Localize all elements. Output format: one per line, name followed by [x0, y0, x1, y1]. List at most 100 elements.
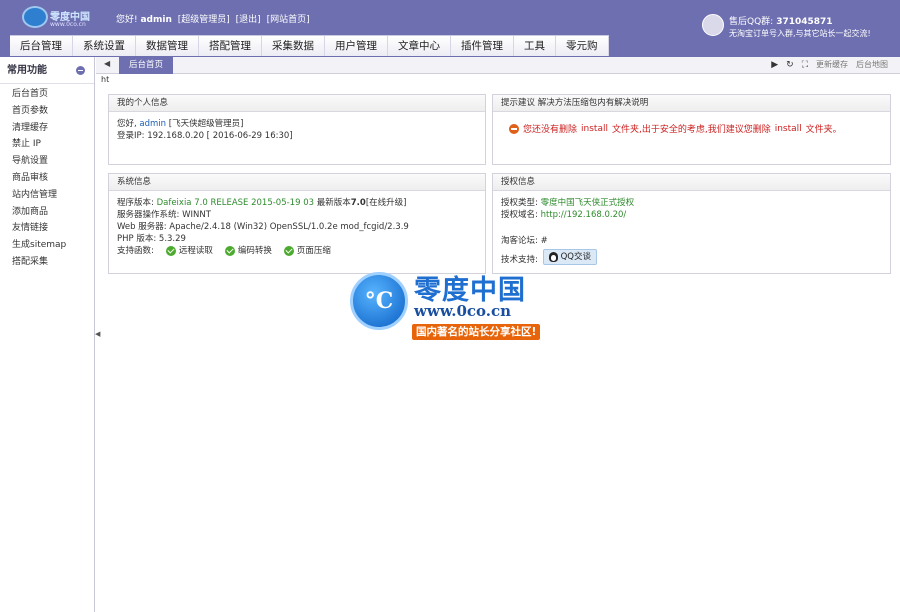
greeting-prefix: 您好!: [116, 15, 138, 25]
sidebar-item-collect[interactable]: 搭配采集: [0, 254, 94, 271]
nav-item-articles[interactable]: 文章中心: [388, 36, 451, 56]
sidebar-toggle-icon[interactable]: ◀: [95, 330, 100, 338]
watermark-logo-icon: °C: [350, 272, 408, 330]
tab-next-icon[interactable]: ▶: [771, 60, 778, 70]
nav-item-collect[interactable]: 采集数据: [262, 36, 325, 56]
sidebar-item-links[interactable]: 友情链接: [0, 220, 94, 237]
license-type-value: 零度中国飞天侠正式授权: [540, 198, 635, 208]
top-header: 零度中国 www.0co.cn 您好! admin [超级管理员] [退出] […: [0, 0, 900, 57]
hello-prefix: 您好,: [117, 119, 137, 129]
function-label: 远程读取: [178, 246, 213, 256]
version-label: 程序版本:: [117, 198, 154, 208]
stray-text: ht: [101, 75, 110, 84]
site-home-link[interactable]: [网站首页]: [267, 15, 310, 25]
personal-info-panel: 我的个人信息 您好, admin [飞天侠超级管理员] 登录IP: 192.16…: [108, 94, 486, 165]
greeting: 您好! admin [超级管理员] [退出] [网站首页]: [116, 12, 310, 25]
personal-username: admin: [139, 119, 167, 129]
sidebar-title: 常用功能: [7, 65, 47, 76]
license-type: 授权类型: 零度中国飞天侠正式授权: [501, 197, 882, 209]
collapse-icon[interactable]: [76, 66, 85, 75]
nav-item-plugins[interactable]: 插件管理: [451, 36, 514, 56]
panel-title: 授权信息: [493, 174, 890, 191]
sidebar-item-messages[interactable]: 站内信管理: [0, 187, 94, 204]
license-domain-label: 授权域名:: [501, 210, 538, 220]
function-label: 编码转换: [237, 246, 272, 256]
nav-item-zero-buy[interactable]: 零元购: [556, 36, 609, 56]
qq-message: 无淘宝订单号入群,与其它站长一起交流!: [729, 29, 871, 38]
nav-item-tools[interactable]: 工具: [514, 36, 556, 56]
tips-panel: 提示建议 解决方法压缩包内有解决说明 您还没有删除 install 文件夹,出于…: [492, 94, 891, 165]
install-warning: 您还没有删除 install 文件夹,出于安全的考虑,我们建议您删除 insta…: [509, 122, 890, 135]
nav-item-matching[interactable]: 搭配管理: [199, 36, 262, 56]
warning-icon: [509, 123, 519, 134]
license-type-label: 授权类型:: [501, 198, 538, 208]
site-logo[interactable]: 零度中国 www.0co.cn: [22, 6, 102, 32]
nav-item-data[interactable]: 数据管理: [136, 36, 199, 56]
upgrade-link[interactable]: [在线升级]: [366, 198, 407, 208]
function-encoding: 编码转换: [224, 245, 272, 257]
function-remote-read: 远程读取: [165, 245, 213, 257]
sidebar-item-product-review[interactable]: 商品审核: [0, 170, 94, 187]
sidebar: 常用功能 后台首页 首页参数 清理缓存 禁止 IP 导航设置 商品审核 站内信管…: [0, 57, 95, 612]
watermark-url: www.0co.cn: [414, 302, 512, 320]
latest-value: 7.0: [350, 198, 366, 208]
function-compress: 页面压缩: [283, 245, 331, 257]
admin-map-link[interactable]: 后台地图: [856, 59, 888, 70]
qq-group-info: 售后QQ群: 371045871 无淘宝订单号入群,与其它站长一起交流!: [702, 12, 882, 42]
tab-prev-icon[interactable]: ◀: [104, 59, 110, 68]
tab-admin-home[interactable]: 后台首页: [119, 57, 174, 74]
forum-label: 淘客论坛:: [501, 236, 538, 246]
check-icon: [283, 246, 294, 256]
nav-item-settings[interactable]: 系统设置: [73, 36, 136, 56]
sidebar-list: 后台首页 首页参数 清理缓存 禁止 IP 导航设置 商品审核 站内信管理 添加商…: [0, 84, 94, 271]
panel-title: 系统信息: [109, 174, 485, 191]
clear-cache-link[interactable]: 更新缓存: [816, 59, 848, 70]
login-ip: 登录IP: 192.168.0.20 [ 2016-06-29 16:30]: [117, 131, 293, 141]
logout-link[interactable]: [退出]: [236, 15, 261, 25]
functions-label: 支持函数:: [117, 246, 154, 256]
warning-part-1: 您还没有删除: [523, 125, 578, 135]
avatar: [702, 14, 724, 36]
sidebar-item-add-product[interactable]: 添加商品: [0, 204, 94, 221]
tech-support: 技术支持: QQ交谈: [501, 249, 882, 266]
latest-label: 最新版本: [316, 198, 351, 208]
nav-item-users[interactable]: 用户管理: [325, 36, 388, 56]
forum-link[interactable]: #: [541, 236, 548, 246]
license-domain: 授权域名: http://192.168.0.20/: [501, 209, 882, 221]
panel-title: 我的个人信息: [109, 95, 485, 112]
qq-chat-button[interactable]: QQ交谈: [542, 249, 597, 265]
personal-role: [飞天侠超级管理员]: [168, 119, 244, 129]
personal-hello: 您好, admin [飞天侠超级管理员]: [117, 118, 477, 130]
fullscreen-icon[interactable]: ⛶: [802, 60, 808, 70]
warning-install-2: install: [774, 123, 802, 134]
qq-chat-label: QQ交谈: [560, 252, 591, 262]
refresh-icon[interactable]: ↻: [786, 60, 794, 70]
sidebar-item-home[interactable]: 后台首页: [0, 86, 94, 103]
greeting-username: admin: [140, 15, 172, 25]
license-domain-value[interactable]: http://192.168.0.20/: [541, 210, 627, 220]
watermark-slogan: 国内著名的站长分享社区!: [412, 324, 541, 340]
qq-number: 371045871: [776, 17, 833, 27]
qq-group-line: 售后QQ群: 371045871: [729, 14, 833, 27]
sidebar-item-sitemap[interactable]: 生成sitemap: [0, 237, 94, 254]
warning-part-2: 文件夹,出于安全的考虑,我们建议您删除: [611, 125, 771, 135]
watermark: °C 零度中国 www.0co.cn 国内著名的站长分享社区!: [350, 272, 565, 342]
nav-item-admin[interactable]: 后台管理: [10, 36, 73, 56]
function-label: 页面压缩: [296, 246, 331, 256]
sidebar-item-home-params[interactable]: 首页参数: [0, 103, 94, 120]
php-version: PHP 版本: 5.3.29: [117, 234, 186, 244]
sidebar-item-clear-cache[interactable]: 清理缓存: [0, 120, 94, 137]
main-nav: 后台管理 系统设置 数据管理 搭配管理 采集数据 用户管理 文章中心 插件管理 …: [10, 35, 609, 56]
tab-bar: ◀ 后台首页 ▶ ↻ ⛶ 更新缓存 后台地图: [96, 57, 900, 74]
program-version: 程序版本: Dafeixia 7.0 RELEASE 2015-05-19 03…: [117, 197, 477, 209]
check-icon: [224, 246, 235, 256]
logo-url: www.0co.cn: [50, 21, 86, 28]
check-icon: [165, 246, 176, 256]
qq-label: 售后QQ群:: [729, 17, 774, 27]
sidebar-item-ban-ip[interactable]: 禁止 IP: [0, 136, 94, 153]
sidebar-item-nav-settings[interactable]: 导航设置: [0, 153, 94, 170]
warning-install-1: install: [581, 123, 608, 134]
tab-tools: ▶ ↻ ⛶ 更新缓存 后台地图: [771, 59, 888, 70]
role-link[interactable]: [超级管理员]: [178, 15, 230, 25]
supported-functions: 支持函数: 远程读取 编码转换 页面压缩: [117, 245, 477, 257]
